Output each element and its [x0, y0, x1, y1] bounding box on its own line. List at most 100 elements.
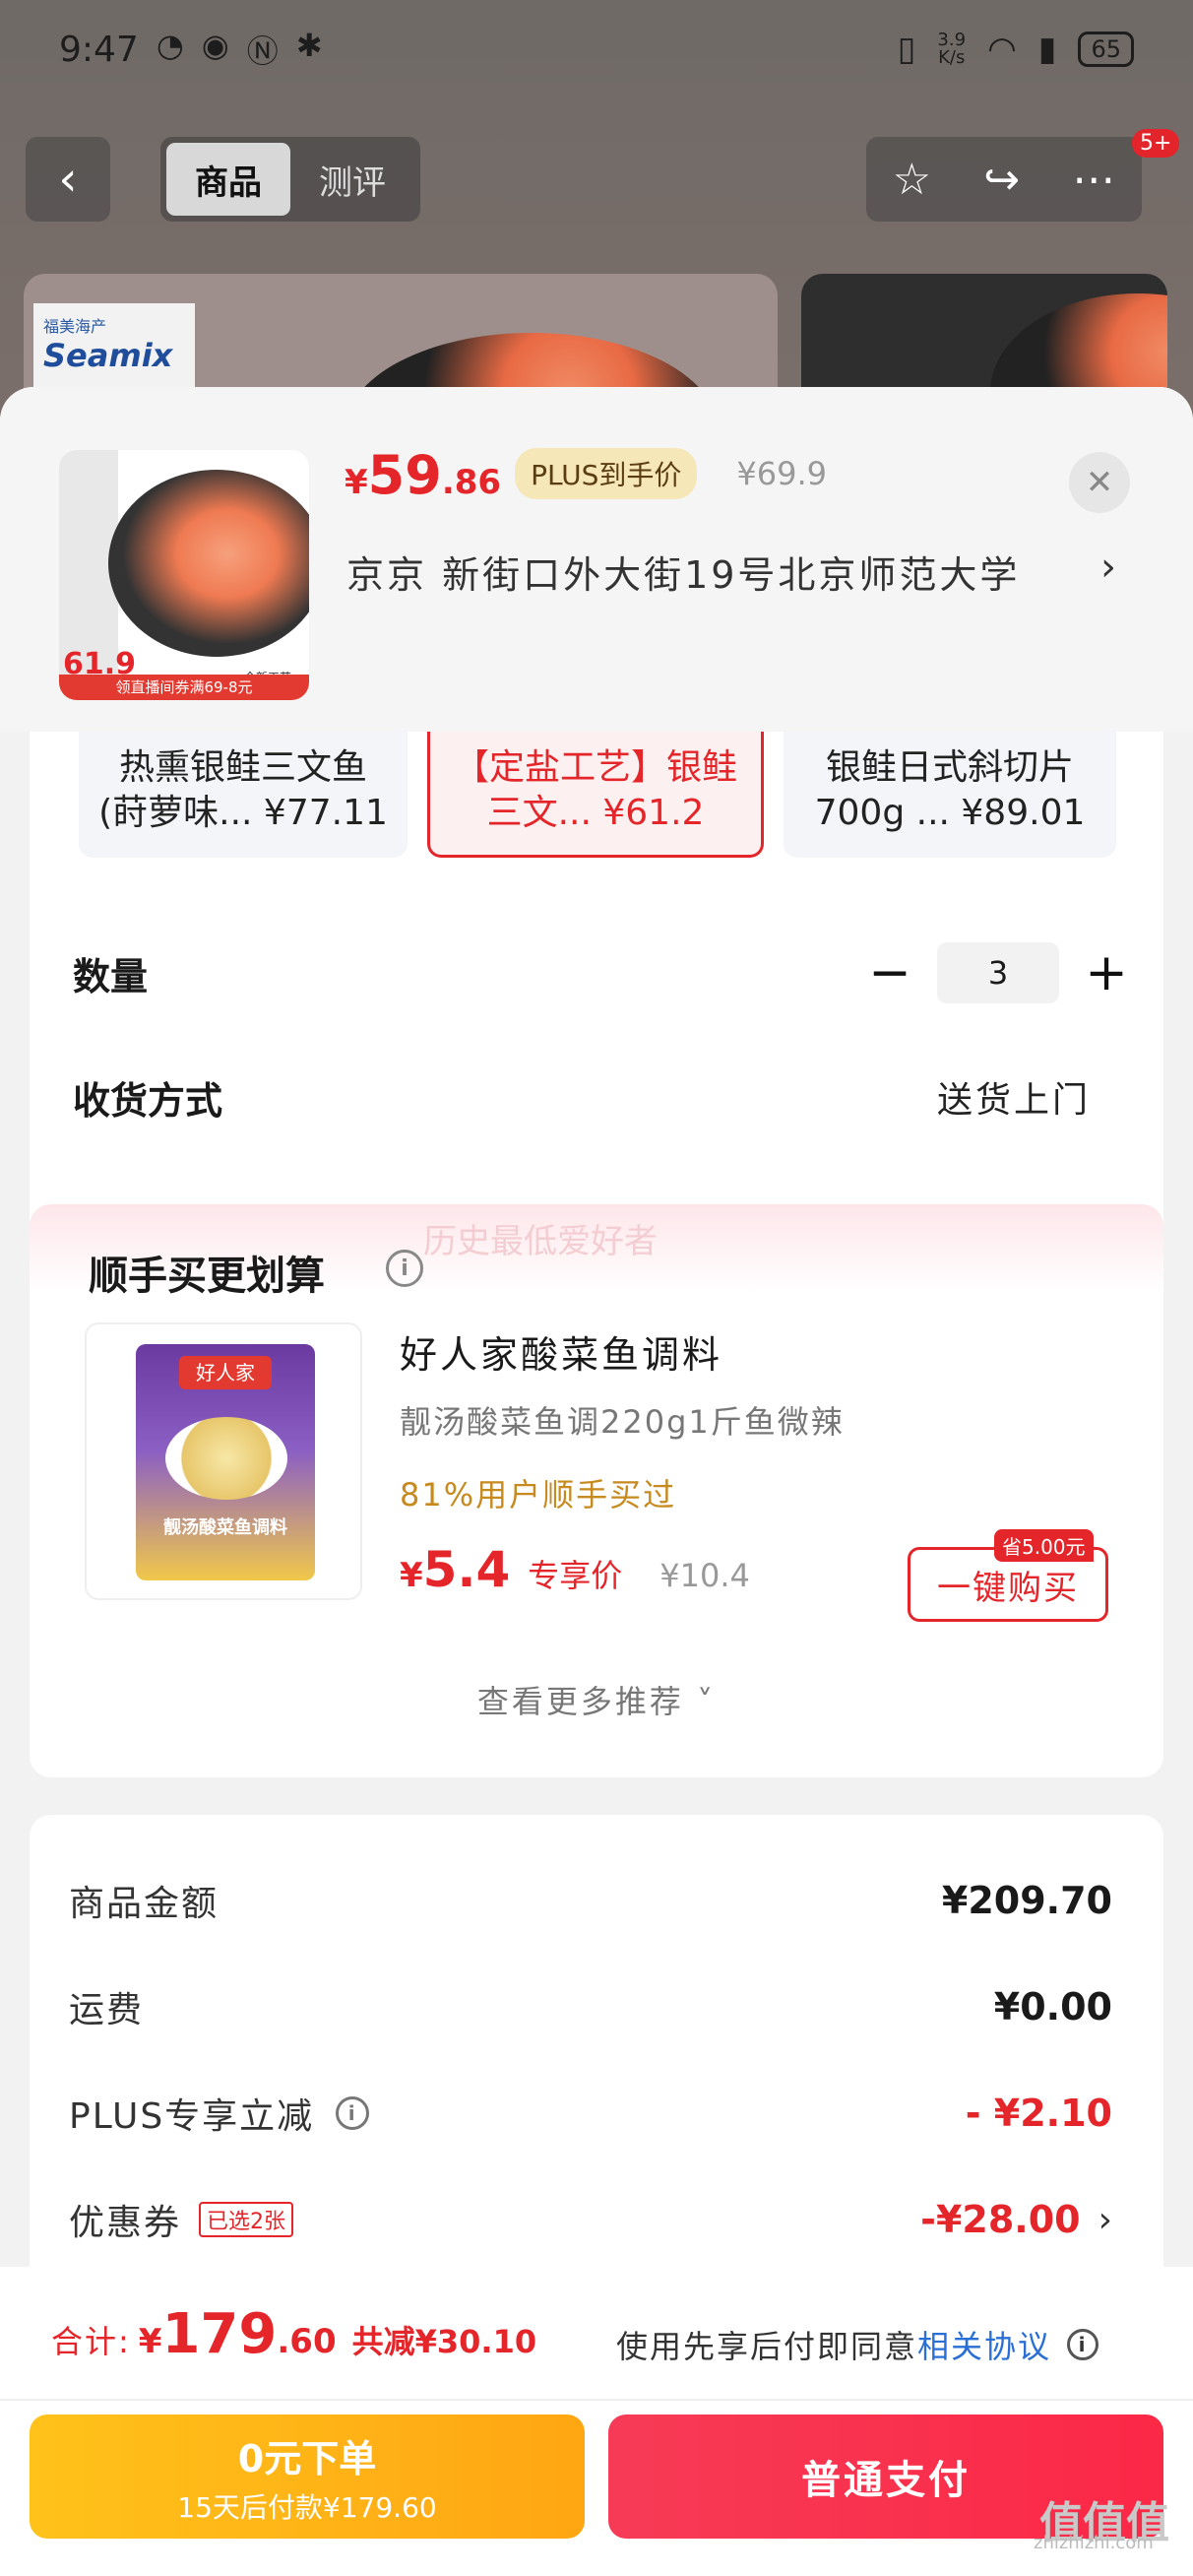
total-symbol: ¥ [138, 2322, 162, 2361]
coupon-label: 优惠券 已选2张 [69, 2194, 294, 2245]
quantity-input[interactable]: 3 [937, 942, 1059, 1003]
info-icon[interactable]: i [386, 1250, 423, 1287]
brand-en: Seamix [43, 337, 173, 374]
nfc-icon: Ⓝ [246, 32, 279, 70]
eye-icon: ◉ [201, 27, 229, 64]
delivery-address[interactable]: 京京 新街口外大街19号北京师范大学 [346, 545, 1134, 599]
product-tabs: 商品 测评 [160, 137, 420, 222]
salmon-thumbnail-image [108, 470, 309, 657]
wifi-icon: ◠ [987, 30, 1017, 69]
save-tag: 省5.00元 [994, 1529, 1094, 1562]
bluetooth-icon: ✱ [295, 27, 323, 64]
recommend-price: ¥ 5.4 专享价 ¥10.4 [400, 1541, 750, 1598]
plus-discount-text: PLUS专享立减 [69, 2096, 315, 2137]
original-price: ¥69.9 [736, 455, 828, 492]
recommendation-title: 顺手买更划算 [89, 1254, 325, 1299]
shipping-label: 运费 [69, 1990, 145, 2030]
recommend-product-image[interactable]: 好人家 靓汤酸菜鱼调料 [85, 1322, 362, 1600]
variant-name: 热熏银鲑三文鱼 [118, 747, 367, 788]
delivery-method-value: 送货上门 [936, 1080, 1091, 1121]
close-button[interactable]: ✕ [1069, 452, 1130, 513]
favorite-star-icon[interactable]: ☆ [893, 155, 931, 205]
plus-discount-label: PLUS专享立减 i [69, 2088, 370, 2139]
site-watermark: zhizhizhi.com [1034, 2533, 1154, 2553]
info-icon[interactable]: i [336, 2096, 370, 2130]
status-notification-icons: ◔ ◉ Ⓝ ✱ [157, 27, 323, 72]
plus-price: ¥59.86 [345, 444, 501, 506]
seasoning-package: 好人家 靓汤酸菜鱼调料 [136, 1344, 315, 1580]
message-badge: 5+ [1132, 129, 1180, 158]
status-right-icons: ▯ 3.9 K/s ◠ ▮ 65 [898, 30, 1134, 69]
chevron-right-icon[interactable]: › [1100, 545, 1116, 590]
chevron-right-icon: › [1098, 2199, 1112, 2240]
recommend-original-price: ¥10.4 [659, 1557, 750, 1594]
price-summary: 商品金额 ¥209.70 运费 ¥0.00 PLUS专享立减 i - ¥2.10… [30, 1815, 1163, 2327]
order-bottom-sheet: 61.9 全新工艺 领直播间券满69-8元 ¥59.86 PLUS到手价 ¥69… [0, 387, 1193, 2576]
quantity-label: 数量 [73, 954, 149, 998]
close-icon: ✕ [1085, 463, 1114, 502]
pay-later-subtitle: 15天后付款¥179.60 [177, 2491, 437, 2524]
delivery-method-row[interactable]: 收货方式 送货上门 [73, 1063, 1136, 1131]
total-int: 179 [161, 2302, 278, 2366]
battery-indicator: 65 [1078, 32, 1134, 67]
agreement-notice: 使用先享后付即同意 相关协议 i [616, 2322, 1099, 2367]
soup-bowl-image [165, 1417, 287, 1500]
price-int: 59 [367, 444, 442, 506]
price-value: 5.4 [422, 1541, 511, 1598]
package-name: 靓汤酸菜鱼调料 [163, 1517, 287, 1538]
agreement-text: 使用先享后付即同意 [616, 2328, 918, 2365]
pay-later-button[interactable]: 0元下单 15天后付款¥179.60 [30, 2415, 585, 2539]
plus-discount-value: - ¥2.10 [965, 2092, 1112, 2135]
background-product-page: 9:47 ◔ ◉ Ⓝ ✱ ▯ 3.9 K/s ◠ ▮ 65 ‹ 商品 测评 ☆ ↪… [0, 0, 1193, 431]
thumbnail-banner: 领直播间券满69-8元 [59, 675, 309, 700]
goods-amount-label: 商品金额 [69, 1884, 220, 1924]
notification-icon: ◔ [156, 27, 184, 64]
variant-name: 银鲑日式斜切片 [825, 747, 1074, 788]
recommend-bought-rate: 81%用户顺手买过 [400, 1476, 677, 1513]
more-icon[interactable]: ⋯ [1072, 155, 1115, 205]
tab-product[interactable]: 商品 [166, 143, 290, 216]
exclusive-price-label: 专享价 [528, 1557, 623, 1594]
brand-cn: 福美海产 [43, 317, 107, 336]
add-on-recommendation: 历史最低爱好者 顺手买更划算 i 好人家 靓汤酸菜鱼调料 好人家酸菜鱼调料 靓汤… [30, 1204, 1163, 1777]
variant-price: 三文... ¥61.2 [486, 793, 705, 833]
vibrate-icon: ▯ [897, 30, 916, 69]
minus-icon[interactable]: − [860, 943, 919, 1002]
variant-option-sliced[interactable]: 银鲑日式斜切片 700g ... ¥89.01 [784, 732, 1116, 858]
goods-amount-value: ¥209.70 [941, 1879, 1112, 1922]
watermark-text: 历史最低爱好者 [423, 1222, 658, 1261]
summary-row-coupon[interactable]: 优惠券 已选2张 -¥28.00 › [69, 2185, 1112, 2254]
info-icon[interactable]: i [1067, 2329, 1099, 2360]
variant-option-smoked[interactable]: 热熏银鲑三文鱼 (莳萝味... ¥77.11 [79, 732, 408, 858]
back-button[interactable]: ‹ [26, 137, 110, 222]
coupon-selected-tag: 已选2张 [199, 2202, 294, 2237]
recommend-product-name[interactable]: 好人家酸菜鱼调料 [400, 1324, 722, 1379]
total-saved: 共减¥30.10 [351, 2323, 537, 2360]
coupon-text: 优惠券 [69, 2203, 182, 2243]
variant-option-salted-selected[interactable]: 【定盐工艺】银鲑 三文... ¥61.2 [427, 732, 764, 858]
checkout-bar: 合计: ¥ 179 .60 共减¥30.10 使用先享后付即同意 相关协议 i … [0, 2267, 1193, 2576]
tab-review[interactable]: 测评 [290, 143, 414, 216]
plus-icon[interactable]: + [1077, 943, 1136, 1002]
battery-alert-icon: ▮ [1037, 30, 1057, 69]
coupon-value: -¥28.00 [920, 2198, 1081, 2241]
sheet-header: 61.9 全新工艺 领直播间券满69-8元 ¥59.86 PLUS到手价 ¥69… [0, 387, 1193, 732]
variant-name: 【定盐工艺】银鲑 [453, 747, 737, 788]
view-more-recommendations[interactable]: 查看更多推荐 ˅ [30, 1677, 1163, 1722]
variant-price: 700g ... ¥89.01 [814, 793, 1086, 833]
divider [0, 2399, 1193, 2401]
summary-row-goods: 商品金额 ¥209.70 [69, 1866, 1112, 1935]
price-symbol: ¥ [345, 463, 368, 502]
total-label: 合计: [51, 2323, 131, 2360]
recommend-product-subtitle: 靓汤酸菜鱼调220g1斤鱼微辣 [400, 1403, 845, 1441]
delivery-method-label: 收货方式 [73, 1078, 223, 1123]
total-dec: .60 [277, 2322, 337, 2361]
plus-price-badge: PLUS到手价 [515, 448, 698, 499]
nav-actions: ☆ ↪ ⋯ [866, 137, 1142, 222]
package-logo: 好人家 [179, 1356, 272, 1389]
share-icon[interactable]: ↪ [983, 155, 1020, 205]
product-thumbnail: 61.9 全新工艺 领直播间券满69-8元 [59, 450, 309, 700]
variant-price: (莳萝味... ¥77.11 [98, 793, 388, 833]
price-symbol: ¥ [400, 1556, 423, 1595]
agreement-link[interactable]: 相关协议 [917, 2322, 1051, 2367]
